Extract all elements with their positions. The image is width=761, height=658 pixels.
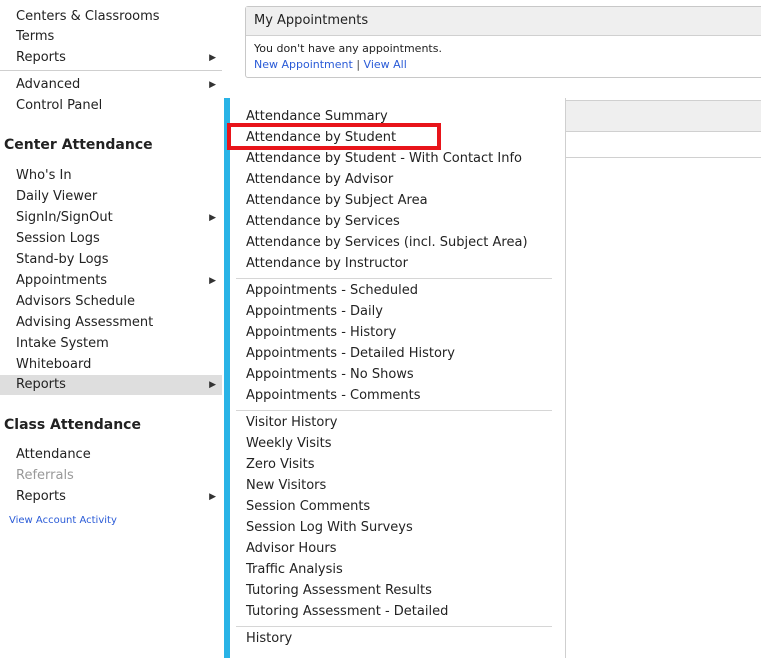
no-appointments-message: You don't have any appointments. xyxy=(254,42,442,55)
sidebar-item-standby-logs[interactable]: Stand-by Logs xyxy=(16,250,216,270)
chevron-right-icon: ▶ xyxy=(209,80,216,90)
menu-item-session-comments[interactable]: Session Comments xyxy=(246,497,370,517)
panel-title: My Appointments xyxy=(246,7,761,36)
sidebar-item-referrals: Referrals xyxy=(16,468,74,483)
menu-item-attendance-by-subject-area[interactable]: Attendance by Subject Area xyxy=(246,191,428,211)
new-appointment-link[interactable]: New Appointment xyxy=(254,58,353,71)
menu-item-weekly-visits[interactable]: Weekly Visits xyxy=(246,434,332,454)
chevron-right-icon: ▶ xyxy=(209,492,216,502)
sidebar-item-advising-assessment[interactable]: Advising Assessment xyxy=(16,313,216,333)
sidebar-item-centers-classrooms[interactable]: Centers & Classrooms xyxy=(16,7,216,27)
sidebar-item-whiteboard[interactable]: Whiteboard xyxy=(16,355,216,375)
menu-separator xyxy=(236,410,552,411)
sidebar-item-whos-in[interactable]: Who's In xyxy=(16,166,216,186)
sidebar-item-class-reports[interactable]: Reports ▶ xyxy=(16,487,216,507)
menu-item-session-log-with-surveys[interactable]: Session Log With Surveys xyxy=(246,518,413,538)
sidebar-item-control-panel[interactable]: Control Panel xyxy=(16,96,216,116)
menu-item-appointments-comments[interactable]: Appointments - Comments xyxy=(246,386,421,406)
menu-item-appointments-scheduled[interactable]: Appointments - Scheduled xyxy=(246,281,418,301)
menu-separator xyxy=(236,626,552,627)
sidebar-divider xyxy=(0,70,222,71)
menu-item-attendance-by-services[interactable]: Attendance by Services xyxy=(246,212,400,232)
sidebar-item-advanced[interactable]: Advanced ▶ xyxy=(16,75,216,95)
menu-item-attendance-by-student-with-contact-info[interactable]: Attendance by Student - With Contact Inf… xyxy=(246,149,522,169)
sidebar-item-attendance[interactable]: Attendance xyxy=(16,445,216,465)
center-attendance-heading: Center Attendance xyxy=(4,137,153,153)
menu-item-history[interactable]: History xyxy=(246,629,292,649)
sidebar-item-intake-system[interactable]: Intake System xyxy=(16,334,216,354)
menu-separator xyxy=(236,278,552,279)
menu-item-zero-visits[interactable]: Zero Visits xyxy=(246,455,315,475)
menu-item-appointments-history[interactable]: Appointments - History xyxy=(246,323,396,343)
menu-item-advisor-hours[interactable]: Advisor Hours xyxy=(246,539,337,559)
appointment-links: New Appointment | View All xyxy=(254,58,407,71)
chevron-right-icon: ▶ xyxy=(209,213,216,223)
chevron-right-icon: ▶ xyxy=(209,53,216,63)
sidebar-item-signin-signout[interactable]: SignIn/SignOut ▶ xyxy=(16,208,216,228)
menu-item-appointments-no-shows[interactable]: Appointments - No Shows xyxy=(246,365,414,385)
view-all-link[interactable]: View All xyxy=(364,58,407,71)
sidebar-item-reports-top[interactable]: Reports ▶ xyxy=(16,48,216,68)
view-account-activity-link[interactable]: View Account Activity xyxy=(9,515,117,526)
sidebar-item-session-logs[interactable]: Session Logs xyxy=(16,229,216,249)
menu-item-attendance-by-services-incl-subject-area[interactable]: Attendance by Services (incl. Subject Ar… xyxy=(246,233,528,253)
sidebar-item-appointments[interactable]: Appointments ▶ xyxy=(16,271,216,291)
link-separator: | xyxy=(356,58,361,71)
sidebar-item-reports-active[interactable]: Reports ▶ xyxy=(0,375,222,395)
menu-item-attendance-by-instructor[interactable]: Attendance by Instructor xyxy=(246,254,408,274)
my-appointments-panel: My Appointments You don't have any appoi… xyxy=(245,6,761,78)
sidebar-item-daily-viewer[interactable]: Daily Viewer xyxy=(16,187,216,207)
class-attendance-heading: Class Attendance xyxy=(4,417,141,433)
menu-item-appointments-detailed-history[interactable]: Appointments - Detailed History xyxy=(246,344,455,364)
menu-item-tutoring-assessment-detailed[interactable]: Tutoring Assessment - Detailed xyxy=(246,602,448,622)
highlight-box xyxy=(227,123,441,150)
sidebar-item-advisors-schedule[interactable]: Advisors Schedule xyxy=(16,292,216,312)
chevron-right-icon: ▶ xyxy=(209,380,216,390)
menu-item-appointments-daily[interactable]: Appointments - Daily xyxy=(246,302,383,322)
chevron-right-icon: ▶ xyxy=(209,276,216,286)
menu-item-attendance-by-advisor[interactable]: Attendance by Advisor xyxy=(246,170,393,190)
menu-item-traffic-analysis[interactable]: Traffic Analysis xyxy=(246,560,343,580)
menu-item-new-visitors[interactable]: New Visitors xyxy=(246,476,326,496)
menu-item-visitor-history[interactable]: Visitor History xyxy=(246,413,337,433)
menu-item-tutoring-assessment-results[interactable]: Tutoring Assessment Results xyxy=(246,581,432,601)
sidebar-item-terms[interactable]: Terms xyxy=(16,27,216,47)
